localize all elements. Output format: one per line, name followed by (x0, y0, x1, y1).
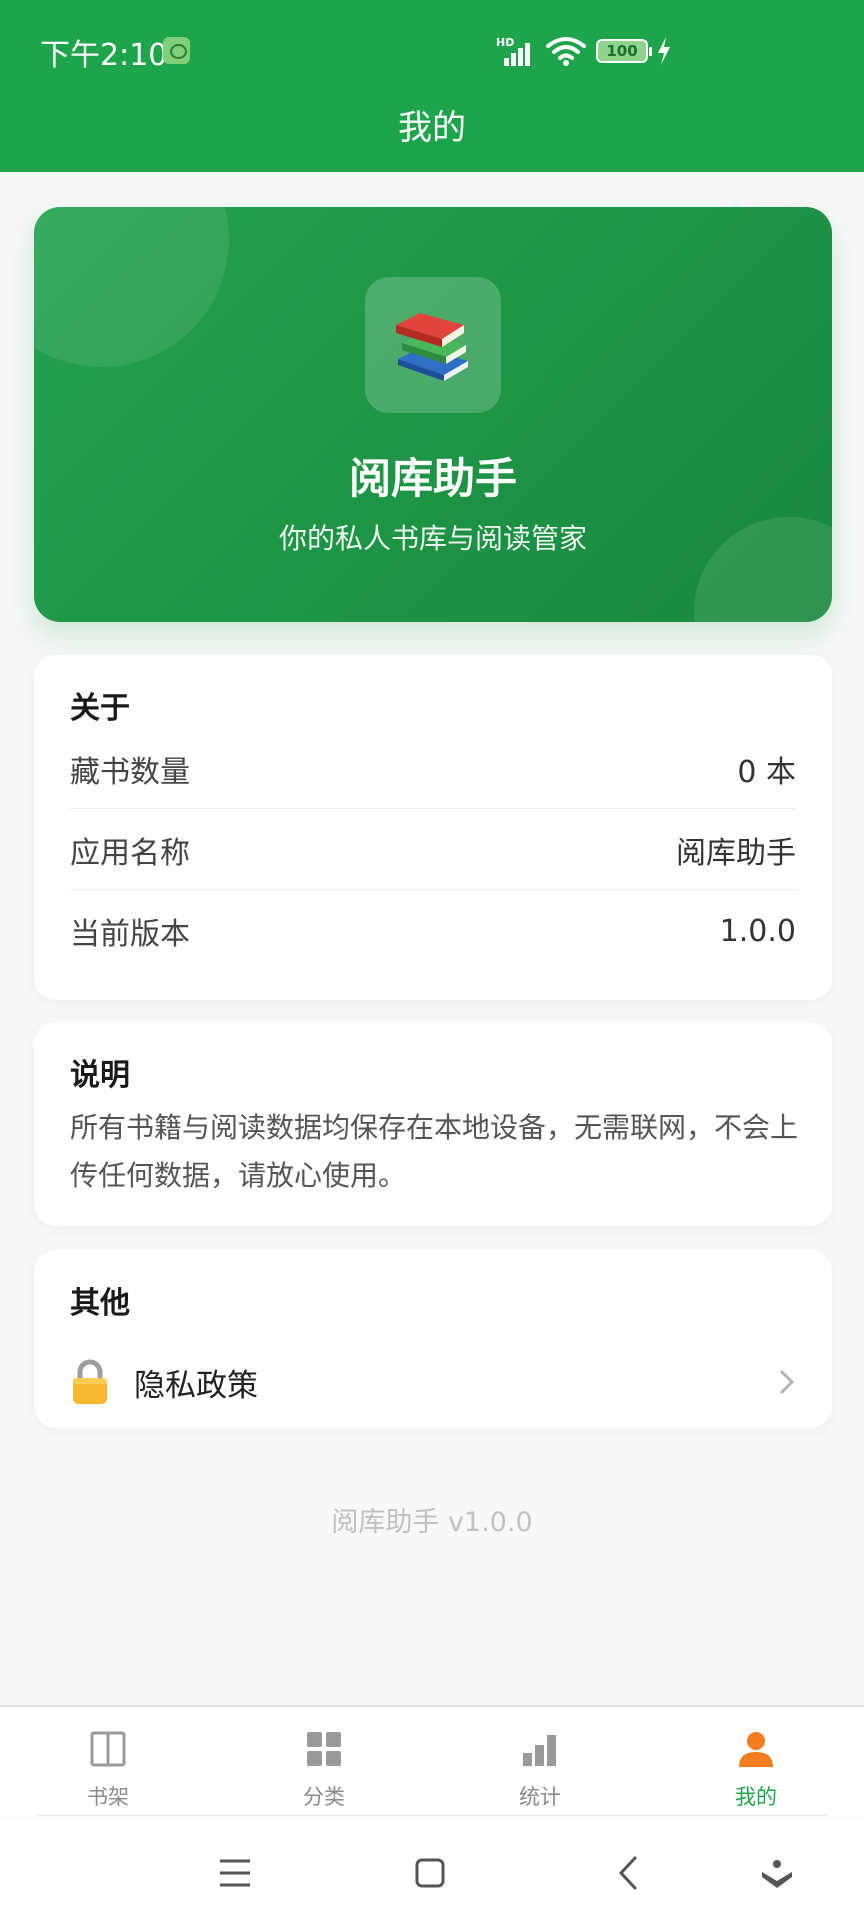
grid-icon (307, 1732, 341, 1766)
row-value: 0 本 (737, 754, 796, 790)
tab-label: 分类 (303, 1785, 345, 1809)
row-value: 1.0.0 (719, 913, 796, 949)
chevron-right-icon (780, 1370, 795, 1394)
back-icon[interactable] (605, 1848, 655, 1898)
description-card: 说明 所有书籍与阅读数据均保存在本地设备，无需联网，不会上传任何数据，请放心使用… (34, 1022, 832, 1226)
battery-icon: 100 (596, 39, 652, 63)
status-time: 下午2:10 (40, 38, 168, 73)
tab-statistics[interactable]: 统计 (470, 1721, 610, 1811)
cellular-signal-icon (504, 40, 536, 66)
assistant-icon[interactable] (752, 1848, 802, 1898)
row-value: 阅库助手 (676, 835, 796, 871)
row-label: 藏书数量 (70, 754, 190, 790)
bar-chart-icon (523, 1735, 556, 1766)
profile-page: 下午2:10 HD 100 我的 阅库助手 你的私人书库与阅读管家 关于 藏书数… (0, 0, 864, 1920)
wifi-icon (546, 37, 586, 66)
hero-tagline: 你的私人书库与阅读管家 (278, 522, 587, 555)
status-indicators: HD 100 (496, 34, 676, 68)
tab-category[interactable]: 分类 (254, 1721, 394, 1811)
about-row-version: 当前版本 1.0.0 (70, 891, 796, 971)
row-label: 当前版本 (70, 917, 190, 952)
decorative-circle (34, 207, 229, 367)
menu-icon[interactable] (210, 1848, 260, 1898)
about-card: 关于 藏书数量 0 本 应用名称 阅库助手 当前版本 1.0.0 (34, 655, 832, 1000)
tab-bookshelf[interactable]: 书架 (38, 1721, 178, 1811)
app-header: 下午2:10 HD 100 我的 (0, 0, 864, 172)
privacy-policy-label: 隐私政策 (134, 1367, 258, 1404)
hero-app-name: 阅库助手 (348, 454, 517, 503)
footer-version: 阅库助手 v1.0.0 (331, 1507, 533, 1538)
charging-icon (658, 37, 670, 65)
about-row-app-name: 应用名称 阅库助手 (70, 810, 796, 890)
tab-label: 我的 (735, 1785, 777, 1809)
privacy-policy-row[interactable]: 隐私政策 (70, 1350, 796, 1414)
books-icon (396, 313, 468, 381)
lock-icon (73, 1359, 107, 1404)
tab-label: 统计 (519, 1785, 561, 1809)
app-hero-card: 阅库助手 你的私人书库与阅读管家 (34, 207, 832, 622)
about-row-book-count: 藏书数量 0 本 (70, 729, 796, 809)
tab-mine[interactable]: 我的 (686, 1721, 826, 1811)
other-heading: 其他 (70, 1286, 130, 1321)
other-card: 其他 隐私政策 (34, 1250, 832, 1428)
tab-label: 书架 (87, 1785, 129, 1809)
page-title: 我的 (398, 108, 466, 148)
book-icon (90, 1731, 126, 1767)
app-logo (365, 277, 501, 413)
description-text: 所有书籍与阅读数据均保存在本地设备，无需联网，不会上传任何数据，请放心使用。 (70, 1111, 799, 1192)
divider (38, 1815, 828, 1816)
notification-app-icon (163, 37, 190, 64)
row-label: 应用名称 (70, 835, 190, 871)
bottom-tab-bar: 书架 分类 统计 我的 (0, 1705, 864, 1817)
about-heading: 关于 (70, 691, 130, 726)
person-icon (739, 1732, 773, 1767)
system-navigation-bar (0, 1818, 864, 1920)
description-heading: 说明 (70, 1058, 130, 1093)
home-icon[interactable] (405, 1848, 455, 1898)
